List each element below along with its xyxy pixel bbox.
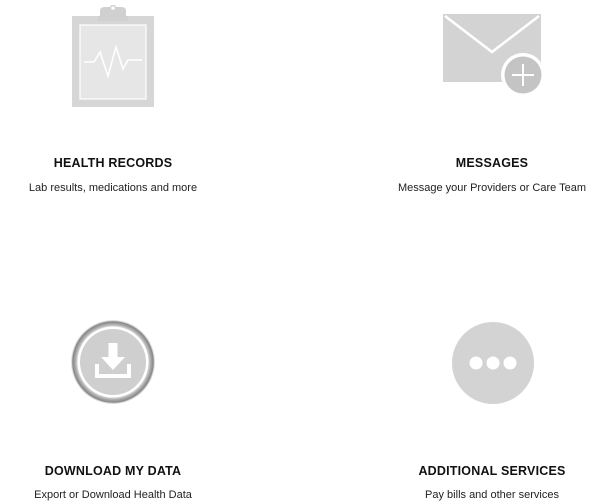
additional-services-tile[interactable]: ADDITIONAL SERVICES Pay bills and other …: [383, 300, 601, 502]
messages-title: MESSAGES: [455, 156, 529, 170]
download-my-data-tile[interactable]: DOWNLOAD MY DATA Export or Download Heal…: [0, 300, 226, 502]
health-records-subtitle: Lab results, medications and more: [28, 182, 198, 194]
clipboard-heartbeat-icon: [72, 5, 154, 107]
envelope-plus-icon: [443, 14, 545, 97]
health-records-title: HEALTH RECORDS: [53, 156, 173, 170]
additional-services-title: ADDITIONAL SERVICES: [418, 464, 566, 478]
more-options-icon: [452, 322, 534, 404]
download-my-data-subtitle: Export or Download Health Data: [34, 489, 192, 501]
messages-tile[interactable]: MESSAGES Message your Providers or Care …: [383, 0, 601, 200]
additional-services-subtitle: Pay bills and other services: [425, 489, 559, 501]
download-icon: [71, 320, 155, 404]
messages-subtitle: Message your Providers or Care Team: [397, 182, 587, 194]
health-records-tile[interactable]: HEALTH RECORDS Lab results, medications …: [0, 0, 226, 200]
download-my-data-title: DOWNLOAD MY DATA: [44, 464, 182, 478]
